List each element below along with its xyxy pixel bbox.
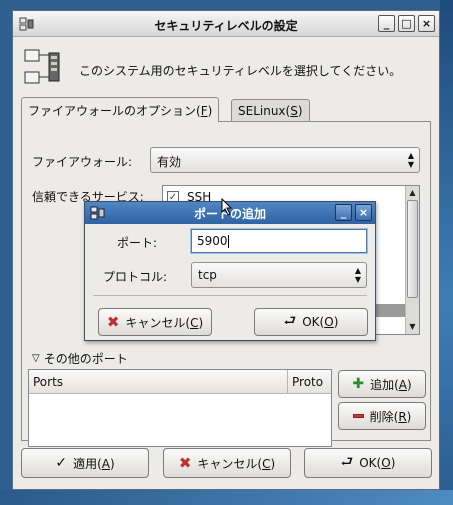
port-input[interactable]: 5900 xyxy=(191,229,367,253)
desktop-background xyxy=(440,0,453,505)
expander-label: その他のポート xyxy=(43,352,128,366)
minimize-icon: _ xyxy=(383,17,390,30)
maximize-icon: □ xyxy=(401,17,412,30)
maximize-button[interactable]: □ xyxy=(398,15,415,32)
dialog-minimize-button[interactable]: _ xyxy=(335,204,352,221)
button-label: OK( xyxy=(359,456,382,470)
scroll-up-icon[interactable]: ▲ xyxy=(406,186,419,200)
add-icon: ✚ xyxy=(352,376,365,392)
table-header: Ports Proto xyxy=(29,370,331,394)
select-arrows-icon: ▲ ▼ xyxy=(407,151,414,169)
tab-firewall-options[interactable]: ファイアウォールのオプション(F) xyxy=(21,97,220,122)
button-mnemonic: R xyxy=(398,409,407,424)
scrollbar-thumb[interactable] xyxy=(407,200,418,298)
button-suffix: ) xyxy=(390,456,396,470)
button-label: OK( xyxy=(302,315,325,329)
button-suffix: ) xyxy=(406,409,412,424)
dialog-separator xyxy=(93,295,367,296)
button-mnemonic: O xyxy=(324,315,334,329)
cancel-x-icon: ✖ xyxy=(106,313,120,331)
delete-port-button[interactable]: 削除(R) xyxy=(338,402,426,430)
tab-mnemonic: S xyxy=(290,104,298,118)
button-label: 削除( xyxy=(369,409,399,424)
text-cursor xyxy=(227,235,229,248)
scroll-down-icon[interactable]: ▼ xyxy=(406,320,419,334)
ok-return-icon: ⮐ xyxy=(340,454,354,470)
services-scrollbar[interactable]: ▲ ▼ xyxy=(405,186,419,334)
expander-down-icon: ▽ xyxy=(32,353,40,364)
button-mnemonic: O xyxy=(381,456,391,470)
other-ports-expander[interactable]: ▽ その他のポート xyxy=(32,350,128,367)
mouse-pointer-icon xyxy=(221,198,233,216)
button-suffix: ) xyxy=(198,315,204,330)
cancel-x-icon: ✖ xyxy=(178,454,192,472)
button-label: キャンセル( xyxy=(125,315,191,330)
button-suffix: ) xyxy=(270,456,276,471)
button-mnemonic: A xyxy=(101,456,110,471)
header-text: このシステム用のセキュリティレベルを選択してください。 xyxy=(79,64,402,78)
button-label: 適用( xyxy=(73,456,102,471)
minimize-icon: _ xyxy=(340,206,347,219)
button-label: 追加( xyxy=(370,377,399,392)
tab-suffix: ) xyxy=(207,104,213,118)
apply-check-icon: ✓ xyxy=(55,455,68,471)
port-label: ポート: xyxy=(117,236,158,250)
button-suffix: ) xyxy=(109,456,115,471)
tab-label: ファイアウォールのオプション( xyxy=(28,104,201,118)
minimize-button[interactable]: _ xyxy=(378,15,395,32)
column-divider xyxy=(287,370,288,394)
close-button[interactable]: × xyxy=(418,15,435,32)
button-suffix: ) xyxy=(333,315,339,329)
button-suffix: ) xyxy=(406,377,412,392)
add-port-dialog: ポートの追加 _ × ポート: 5900 プロトコル: tcp ▲ ▼ ✖ キャン… xyxy=(84,201,376,341)
window-titlebar[interactable]: セキュリティレベルの設定 _ □ × xyxy=(13,11,439,37)
column-header-proto[interactable]: Proto xyxy=(292,375,323,389)
add-port-button[interactable]: ✚ 追加(A) xyxy=(338,370,426,398)
ok-button[interactable]: ⮐ OK(O) xyxy=(304,448,432,478)
ports-table: Ports Proto xyxy=(28,369,332,447)
select-arrows-icon: ▲ ▼ xyxy=(354,266,361,284)
tab-suffix: ) xyxy=(297,104,303,118)
firewall-select-value: 有効 xyxy=(157,155,182,169)
firewall-select[interactable]: 有効 ▲ ▼ xyxy=(150,147,420,173)
close-icon: × xyxy=(358,206,369,219)
protocol-select[interactable]: tcp ▲ ▼ xyxy=(191,262,367,288)
desktop-background-bottom xyxy=(0,490,453,505)
close-icon: × xyxy=(421,17,432,30)
ok-return-icon: ⮐ xyxy=(283,313,297,329)
network-firewall-icon xyxy=(24,49,60,84)
port-input-value: 5900 xyxy=(197,234,228,248)
tab-label: SELinux( xyxy=(238,104,291,118)
firewall-label: ファイアウォール: xyxy=(32,155,133,169)
cancel-button[interactable]: ✖ キャンセル(C) xyxy=(163,448,291,478)
protocol-label: プロトコル: xyxy=(103,270,168,284)
apply-button[interactable]: ✓ 適用(A) xyxy=(21,448,149,478)
dialog-ok-button[interactable]: ⮐ OK(O) xyxy=(254,308,368,336)
remove-icon xyxy=(352,414,364,418)
button-mnemonic: A xyxy=(398,377,407,392)
dialog-cancel-button[interactable]: ✖ キャンセル(C) xyxy=(98,308,212,336)
dialog-close-button[interactable]: × xyxy=(355,204,372,221)
tab-selinux[interactable]: SELinux(S) xyxy=(231,99,310,121)
button-label: キャンセル( xyxy=(197,456,263,471)
tab-mnemonic: F xyxy=(200,104,208,118)
column-header-ports[interactable]: Ports xyxy=(33,375,63,389)
window-title: セキュリティレベルの設定 xyxy=(154,19,298,33)
protocol-select-value: tcp xyxy=(198,268,217,282)
